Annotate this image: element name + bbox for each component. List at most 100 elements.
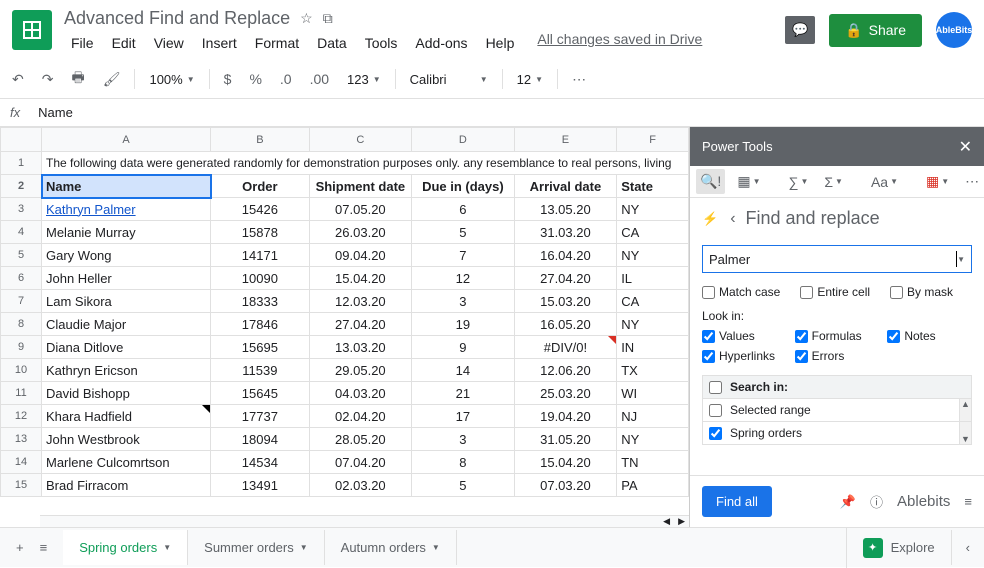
- cell-selected[interactable]: Name: [42, 175, 211, 198]
- cell[interactable]: NJ: [617, 405, 689, 428]
- menu-icon[interactable]: ≡: [964, 494, 972, 509]
- undo-icon[interactable]: ↶: [6, 67, 30, 92]
- avatar[interactable]: AbleBits: [936, 12, 972, 48]
- cell[interactable]: David Bishopp: [42, 382, 211, 405]
- cell[interactable]: 21: [412, 382, 515, 405]
- cell[interactable]: 3: [412, 428, 515, 451]
- col-header[interactable]: B: [211, 128, 309, 152]
- cell[interactable]: 07.04.20: [309, 451, 412, 474]
- cell[interactable]: WI: [617, 382, 689, 405]
- cell[interactable]: Shipment date: [309, 175, 412, 198]
- move-folder-icon[interactable]: ⧉: [323, 10, 333, 27]
- cell[interactable]: 07.03.20: [514, 474, 617, 497]
- cell[interactable]: John Heller: [42, 267, 211, 290]
- cell[interactable]: Diana Ditlove: [42, 336, 211, 359]
- cell[interactable]: 5: [412, 221, 515, 244]
- row-header[interactable]: 5: [1, 244, 42, 267]
- row-header[interactable]: 12: [1, 405, 42, 428]
- cell[interactable]: IN: [617, 336, 689, 359]
- cell[interactable]: 29.05.20: [309, 359, 412, 382]
- look-in-hyperlinks[interactable]: Hyperlinks: [702, 349, 787, 363]
- print-icon[interactable]: 🖶: [65, 63, 90, 95]
- cell[interactable]: 13.05.20: [514, 198, 617, 221]
- cell[interactable]: IL: [617, 267, 689, 290]
- doc-title[interactable]: Advanced Find and Replace: [64, 8, 290, 29]
- cell[interactable]: 16.04.20: [514, 244, 617, 267]
- sigma-tool-icon[interactable]: Σ▼: [820, 170, 847, 194]
- cell[interactable]: 9: [412, 336, 515, 359]
- match-case-checkbox[interactable]: Match case: [702, 285, 780, 299]
- cell[interactable]: 17737: [211, 405, 309, 428]
- cell[interactable]: 28.05.20: [309, 428, 412, 451]
- cell[interactable]: Gary Wong: [42, 244, 211, 267]
- currency-icon[interactable]: $: [218, 67, 238, 91]
- cell[interactable]: 18333: [211, 290, 309, 313]
- col-header[interactable]: D: [412, 128, 515, 152]
- search-in-item[interactable]: Spring orders ▼: [703, 421, 971, 444]
- cell[interactable]: 09.04.20: [309, 244, 412, 267]
- row-header[interactable]: 4: [1, 221, 42, 244]
- menu-file[interactable]: File: [64, 31, 101, 55]
- by-mask-checkbox[interactable]: By mask: [890, 285, 953, 299]
- cell[interactable]: 02.04.20: [309, 405, 412, 428]
- inc-decimal-icon[interactable]: .00: [304, 67, 335, 91]
- cell[interactable]: NY: [617, 244, 689, 267]
- cell[interactable]: 15.03.20: [514, 290, 617, 313]
- zoom-dropdown[interactable]: 100%▼: [143, 68, 200, 91]
- list-scrollbar[interactable]: ▼: [959, 422, 971, 444]
- share-button[interactable]: 🔒 Share: [829, 14, 922, 47]
- row-header[interactable]: 15: [1, 474, 42, 497]
- cell[interactable]: NY: [617, 313, 689, 336]
- col-header[interactable]: F: [617, 128, 689, 152]
- horizontal-scrollbar[interactable]: ◀▶: [40, 515, 689, 527]
- more-tools-icon[interactable]: ⋯: [961, 169, 983, 194]
- cell[interactable]: Due in (days): [412, 175, 515, 198]
- cell[interactable]: 18094: [211, 428, 309, 451]
- cell[interactable]: John Westbrook: [42, 428, 211, 451]
- menu-insert[interactable]: Insert: [195, 31, 244, 55]
- list-scrollbar[interactable]: ▲: [959, 399, 971, 421]
- cell[interactable]: CA: [617, 290, 689, 313]
- find-tool-icon[interactable]: 🔍!: [696, 169, 725, 194]
- cell[interactable]: Order: [211, 175, 309, 198]
- collapse-sidebar-icon[interactable]: ‹: [951, 530, 984, 565]
- cell[interactable]: 15.04.20: [514, 451, 617, 474]
- row-header[interactable]: 11: [1, 382, 42, 405]
- cell[interactable]: NY: [617, 198, 689, 221]
- look-in-values[interactable]: Values: [702, 329, 787, 343]
- ablebits-logo[interactable]: Ablebits: [897, 493, 950, 510]
- cell[interactable]: 13491: [211, 474, 309, 497]
- cell[interactable]: The following data were generated random…: [42, 152, 689, 175]
- cell[interactable]: Khara Hadfield: [42, 405, 211, 428]
- row-header[interactable]: 9: [1, 336, 42, 359]
- cell[interactable]: 15645: [211, 382, 309, 405]
- explore-button[interactable]: ✦ Explore: [846, 528, 951, 568]
- cell[interactable]: 8: [412, 451, 515, 474]
- all-sheets-icon[interactable]: ≡: [34, 536, 54, 559]
- look-in-errors[interactable]: Errors: [795, 349, 880, 363]
- cell[interactable]: 14534: [211, 451, 309, 474]
- row-header[interactable]: 1: [1, 152, 42, 175]
- cell[interactable]: 12.03.20: [309, 290, 412, 313]
- col-header[interactable]: E: [514, 128, 617, 152]
- redo-icon[interactable]: ↷: [36, 67, 60, 92]
- cell[interactable]: 04.03.20: [309, 382, 412, 405]
- cell[interactable]: Arrival date: [514, 175, 617, 198]
- menu-tools[interactable]: Tools: [358, 31, 405, 55]
- cell[interactable]: 25.03.20: [514, 382, 617, 405]
- cell[interactable]: Kathryn Ericson: [42, 359, 211, 382]
- col-header[interactable]: A: [42, 128, 211, 152]
- row-header[interactable]: 3: [1, 198, 42, 221]
- look-in-formulas[interactable]: Formulas: [795, 329, 880, 343]
- tab-autumn-orders[interactable]: Autumn orders▼: [325, 530, 457, 565]
- cell[interactable]: 31.03.20: [514, 221, 617, 244]
- cell[interactable]: 12: [412, 267, 515, 290]
- cell[interactable]: 15.04.20: [309, 267, 412, 290]
- cell[interactable]: 07.05.20: [309, 198, 412, 221]
- add-sheet-icon[interactable]: +: [10, 536, 30, 559]
- table-tool-icon[interactable]: ▦▼: [733, 169, 764, 194]
- cell[interactable]: Claudie Major: [42, 313, 211, 336]
- cell[interactable]: 19.04.20: [514, 405, 617, 428]
- text-tool-icon[interactable]: Aa▼: [867, 170, 902, 194]
- font-dropdown[interactable]: Calibri▼: [404, 68, 494, 91]
